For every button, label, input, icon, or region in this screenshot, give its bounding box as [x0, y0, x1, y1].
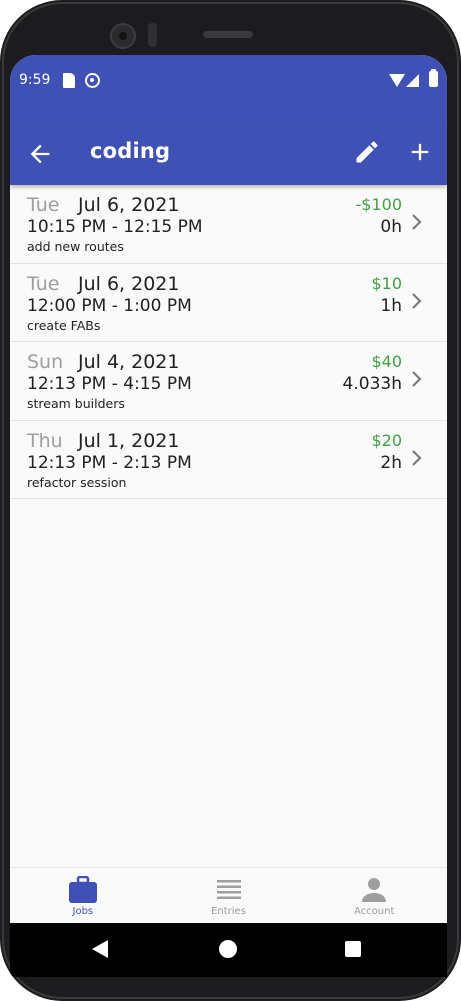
page-title: coding — [90, 139, 171, 163]
entry-hours: 2h — [380, 452, 402, 473]
back-button[interactable] — [26, 140, 54, 168]
bottom-navigation: Jobs Entries Account — [10, 867, 447, 923]
tab-account-label: Account — [353, 906, 395, 917]
system-back-icon[interactable] — [92, 940, 108, 958]
tab-account[interactable]: Account — [301, 868, 447, 923]
tab-jobs-label: Jobs — [72, 906, 94, 917]
system-home-icon[interactable] — [219, 940, 237, 958]
entry-weekday: Tue — [27, 272, 60, 295]
chevron-right-icon — [412, 292, 422, 309]
list-icon — [216, 880, 241, 899]
screen: 9:59 coding Tue Jul 6, 2021 10:15 PM - 1… — [10, 55, 447, 977]
battery-icon — [429, 69, 438, 87]
phone-frame: 9:59 coding Tue Jul 6, 2021 10:15 PM - 1… — [0, 0, 461, 1001]
sd-card-icon — [63, 73, 75, 88]
entry-date: Jul 6, 2021 — [78, 194, 180, 216]
entry-comment: stream builders — [27, 396, 125, 411]
chevron-right-icon — [412, 449, 422, 466]
entry-weekday: Thu — [27, 429, 63, 452]
entry-weekday: Tue — [27, 194, 60, 216]
entry-list: Tue Jul 6, 2021 10:15 PM - 12:15 PM add … — [10, 185, 447, 499]
entry-pay: -$100 — [355, 195, 403, 214]
entry-date: Jul 4, 2021 — [78, 351, 180, 373]
entry-pay: $10 — [371, 273, 402, 293]
signal-icon — [406, 74, 419, 87]
chevron-right-icon — [412, 214, 422, 230]
entry-date: Jul 6, 2021 — [78, 272, 180, 295]
tab-entries-label: Entries — [211, 906, 246, 917]
chevron-right-icon — [412, 371, 422, 387]
entry-comment: create FABs — [27, 317, 101, 333]
entry-comment: refactor session — [27, 474, 127, 490]
sync-icon — [85, 73, 100, 88]
pencil-icon — [356, 141, 378, 163]
system-navigation-bar — [10, 923, 447, 977]
entry-time-range: 10:15 PM - 12:15 PM — [27, 217, 203, 237]
entry-pay: $40 — [371, 352, 402, 371]
entry-hours: 0h — [380, 217, 402, 237]
system-recents-icon[interactable] — [345, 941, 361, 957]
entry-time-range: 12:00 PM - 1:00 PM — [27, 295, 192, 316]
earpiece-speaker — [203, 31, 253, 38]
entry-row[interactable]: Sun Jul 4, 2021 12:13 PM - 4:15 PM strea… — [10, 342, 447, 421]
briefcase-icon — [68, 876, 97, 903]
entry-weekday: Sun — [27, 351, 64, 373]
entry-pay: $20 — [371, 430, 402, 450]
status-bar: 9:59 — [10, 55, 447, 123]
front-camera — [110, 23, 136, 49]
plus-icon — [411, 143, 429, 161]
person-icon — [362, 878, 387, 902]
add-entry-button[interactable] — [406, 138, 434, 166]
proximity-sensor — [148, 23, 157, 47]
entry-hours: 4.033h — [342, 374, 402, 394]
status-time: 9:59 — [19, 72, 51, 88]
edit-job-button[interactable] — [353, 138, 381, 166]
tab-entries[interactable]: Entries — [156, 868, 302, 923]
entry-row[interactable]: Tue Jul 6, 2021 12:00 PM - 1:00 PM creat… — [10, 263, 447, 342]
entry-time-range: 12:13 PM - 4:15 PM — [27, 374, 192, 394]
entry-comment: add new routes — [27, 239, 124, 254]
entry-row[interactable]: Thu Jul 1, 2021 12:13 PM - 2:13 PM refac… — [10, 420, 447, 499]
entry-date: Jul 1, 2021 — [78, 429, 180, 452]
entry-hours: 1h — [380, 295, 402, 316]
wifi-icon — [389, 74, 405, 87]
arrow-back-icon — [30, 144, 50, 164]
tab-jobs[interactable]: Jobs — [10, 868, 156, 923]
entry-row[interactable]: Tue Jul 6, 2021 10:15 PM - 12:15 PM add … — [10, 185, 447, 264]
entry-time-range: 12:13 PM - 2:13 PM — [27, 452, 192, 473]
app-bar: coding — [10, 123, 447, 185]
